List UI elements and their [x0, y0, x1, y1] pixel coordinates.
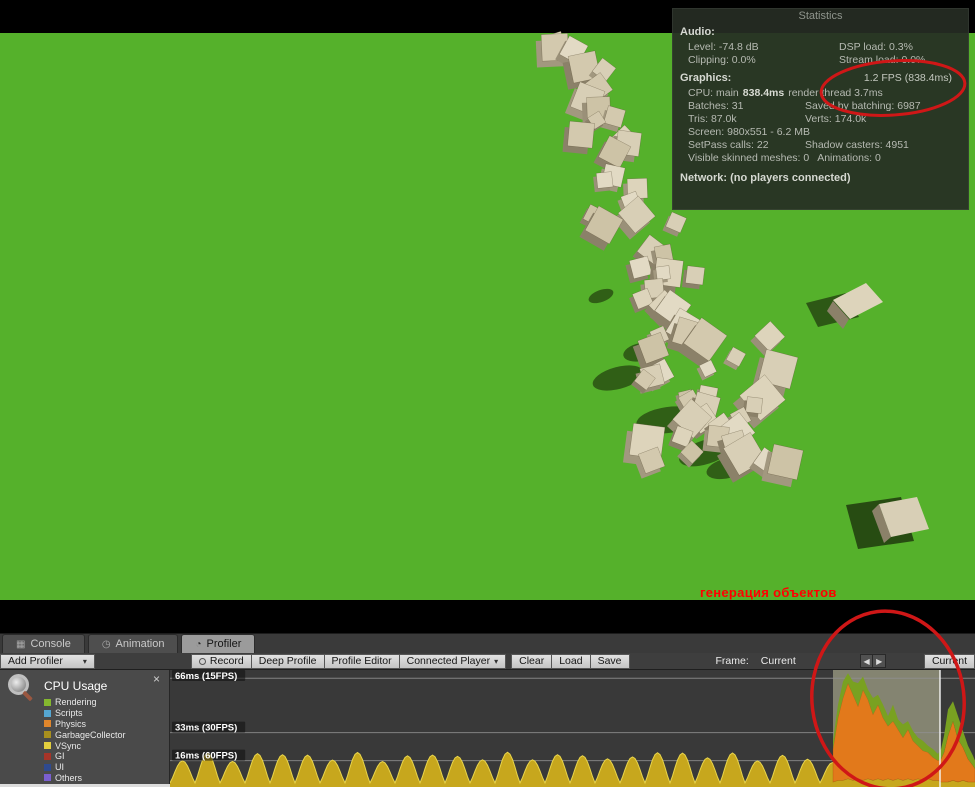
fps-readout: 1.2 FPS (838.4ms) — [863, 72, 952, 84]
audio-section-label: Audio: — [680, 26, 715, 38]
stats-row: Visible skinned meshes: 0 Animations: 0 — [688, 152, 881, 164]
cpu-usage-chart[interactable]: 66ms (15FPS) 33ms (30FPS) 16ms (60FPS) — [170, 670, 975, 787]
current-frame-button[interactable]: Current — [923, 653, 975, 669]
record-icon — [198, 657, 206, 665]
legend-swatch — [44, 752, 51, 760]
cpu-render-thread: render thread 3.7ms — [788, 87, 883, 99]
cpu-profiler-magnifier-icon — [6, 673, 33, 702]
chevron-down-icon: ▾ — [494, 656, 499, 666]
graphics-rows: Batches: 31 Saved by batching: 6987 Tris: … — [673, 100, 968, 165]
legend-swatch — [44, 763, 51, 771]
add-profiler-dropdown[interactable]: Add Profiler ▾ — [0, 653, 95, 669]
legend-swatch — [44, 731, 51, 739]
unity-editor-window: Statistics Audio: Level: -74.8 dB DSP loa… — [0, 0, 975, 787]
legend-item-scripts: Scripts — [44, 708, 126, 719]
magnifier-handle — [22, 690, 33, 702]
deep-profile-button[interactable]: Deep Profile — [250, 653, 325, 669]
cpu-main-label: CPU: main — [688, 87, 739, 99]
save-button[interactable]: Save — [589, 653, 630, 669]
statistics-panel: Statistics Audio: Level: -74.8 dB DSP loa… — [672, 8, 969, 210]
graphics-section-label: Graphics: — [680, 72, 732, 84]
tab-console[interactable]: ▦ Console — [2, 634, 85, 653]
connected-player-dropdown[interactable]: Connected Player ▾ — [398, 653, 507, 669]
legend-swatch — [44, 720, 51, 728]
load-button[interactable]: Load — [551, 653, 591, 669]
console-icon: ▦ — [16, 638, 26, 650]
svg-text:33ms (30FPS): 33ms (30FPS) — [175, 723, 237, 734]
generation-overlay-text: генерация объектов — [700, 585, 837, 600]
network-status: Network: (no players connected) — [680, 172, 851, 184]
legend-item-gi: GI — [44, 751, 126, 762]
clear-button[interactable]: Clear — [511, 653, 553, 669]
legend-swatch — [44, 698, 51, 706]
profile-editor-button[interactable]: Profile Editor — [323, 653, 400, 669]
animation-clock-icon: ◷ — [101, 638, 111, 650]
stats-cpu-line: CPU: main 838.4ms render thread 3.7ms — [673, 87, 968, 100]
tab-profiler[interactable]: ◔ Profiler — [181, 634, 256, 653]
legend-item-physics: Physics — [44, 719, 126, 730]
stats-row: Clipping: 0.0% Stream load: 0.0% — [688, 54, 926, 66]
frame-value: Current — [760, 655, 796, 667]
audio-rows: Level: -74.8 dB DSP load: 0.3% Clipping: 0… — [673, 41, 968, 67]
cpu-main-ms: 838.4ms — [742, 87, 785, 99]
cpu-usage-title: CPU Usage — [44, 679, 108, 693]
legend-item-garbagecollector: GarbageCollector — [44, 729, 126, 740]
profiler-toolbar: Add Profiler ▾ Record Deep Profile Profi… — [0, 653, 975, 670]
chevron-down-icon: ▾ — [82, 656, 87, 666]
stats-row: Screen: 980x551 - 6.2 MB — [688, 126, 810, 138]
cpu-legend: Rendering Scripts Physics GarbageCollector V… — [44, 697, 126, 783]
profiler-icon: ◔ — [195, 638, 202, 650]
bottom-panel-tabs: ▦ Console ◷ Animation ◔ Profiler — [0, 633, 975, 653]
statistics-title: Statistics — [798, 10, 843, 22]
svg-text:66ms (15FPS): 66ms (15FPS) — [175, 671, 237, 682]
stats-row: Level: -74.8 dB DSP load: 0.3% — [688, 41, 913, 53]
left-arrow-icon: ◀ — [863, 656, 870, 666]
legend-swatch — [44, 774, 51, 782]
legend-swatch — [44, 742, 51, 750]
stats-row: Batches: 31 Saved by batching: 6987 — [688, 100, 921, 112]
legend-item-rendering: Rendering — [44, 697, 126, 708]
graphics-header: Graphics: 1.2 FPS (838.4ms) — [673, 67, 968, 87]
legend-item-others: Others — [44, 773, 126, 784]
close-icon[interactable]: × — [153, 672, 160, 686]
next-frame-button[interactable]: ▶ — [872, 654, 886, 668]
svg-text:16ms (60FPS): 16ms (60FPS) — [175, 751, 237, 762]
right-arrow-icon: ▶ — [876, 656, 883, 666]
legend-swatch — [44, 709, 51, 717]
tab-animation[interactable]: ◷ Animation — [87, 634, 179, 653]
legend-item-ui: UI — [44, 762, 126, 773]
profiler-module-panel: CPU Usage × Rendering Scripts Physics Garba… — [0, 670, 170, 787]
add-profiler-label: Add Profiler — [8, 655, 63, 667]
legend-item-vsync: VSync — [44, 740, 126, 751]
game-view: Statistics Audio: Level: -74.8 dB DSP loa… — [0, 0, 975, 633]
record-button[interactable]: Record — [190, 653, 252, 669]
frame-label: Frame: — [715, 655, 749, 667]
stats-row: SetPass calls: 22 Shadow casters: 4951 — [688, 139, 909, 151]
prev-frame-button[interactable]: ◀ — [859, 654, 874, 668]
stats-row: Tris: 87.0k Verts: 174.0k — [688, 113, 867, 125]
